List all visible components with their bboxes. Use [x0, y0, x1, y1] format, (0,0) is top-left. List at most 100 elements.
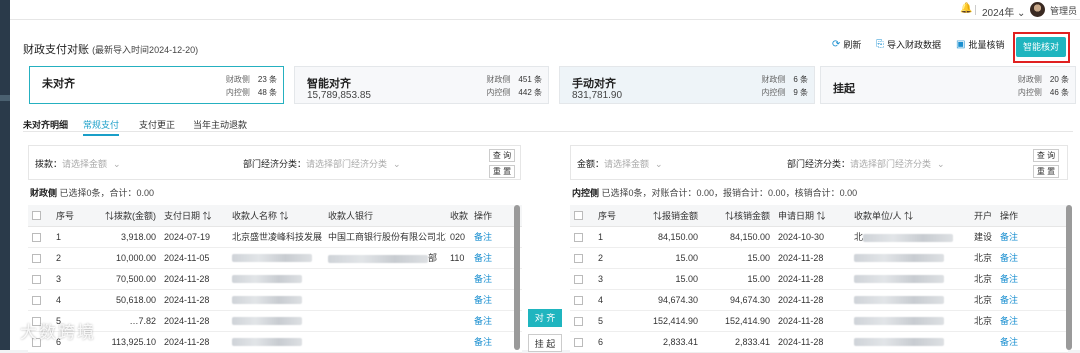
card-internal-label: 内控侧: [486, 88, 511, 97]
table-row[interactable]: 2 10,000.00 2024-11-05 部 110 备注: [28, 247, 522, 269]
amount-label: 拨款：: [35, 159, 63, 169]
table-row[interactable]: 2 15.00 15.00 2024-11-28 北京 备注: [570, 247, 1068, 269]
scrollbar[interactable]: [514, 205, 520, 350]
row-select[interactable]: [570, 226, 594, 248]
table-row[interactable]: 3 15.00 15.00 2024-11-28 北京 备注: [570, 268, 1068, 290]
row-select[interactable]: [28, 268, 52, 290]
table-row[interactable]: 6 113,925.10 2024-11-28 备注: [28, 331, 522, 353]
row-checkbox[interactable]: [574, 274, 583, 284]
align-button[interactable]: 对 齐: [528, 309, 562, 327]
row-select[interactable]: [28, 226, 52, 248]
import-button[interactable]: ⎘ 导入财政数据: [876, 38, 941, 51]
scrollbar[interactable]: [1066, 205, 1072, 350]
category-select[interactable]: 请选择部门经济分类: [306, 159, 387, 169]
card-suspended[interactable]: 挂起 财政侧 20 条 内控侧 46 条: [820, 66, 1076, 104]
user-name[interactable]: 管理员: [1050, 4, 1077, 17]
note-link[interactable]: 备注: [996, 268, 1068, 290]
suspend-button[interactable]: 挂 起: [528, 334, 562, 352]
chevron-down-icon: ⌄: [937, 159, 945, 169]
row-select[interactable]: [570, 310, 594, 332]
left-amount-filter[interactable]: 拨款：请选择金额 ⌄: [35, 157, 121, 170]
left-category-filter[interactable]: 部门经济分类：请选择部门经济分类 ⌄: [243, 157, 401, 170]
page-title: 财政支付对账 (最新导入时间2024-12-20): [23, 41, 198, 57]
tab-regular-payment[interactable]: 常规支付: [83, 118, 120, 136]
note-link[interactable]: 备注: [996, 247, 1068, 269]
table-row[interactable]: 3 70,500.00 2024-11-28 备注: [28, 268, 522, 290]
bell-icon[interactable]: 🔔: [960, 3, 972, 14]
row-checkbox[interactable]: [574, 295, 583, 305]
query-button[interactable]: 查 询: [489, 149, 515, 162]
reset-button[interactable]: 重 置: [1033, 165, 1059, 178]
tab-payment-correction[interactable]: 支付更正: [139, 118, 175, 131]
row-select[interactable]: [570, 268, 594, 290]
batch-verify-button[interactable]: ▣ 批量核销: [956, 38, 1004, 51]
right-amount-filter[interactable]: 金额：请选择金额 ⌄: [577, 157, 663, 170]
row-select[interactable]: [28, 289, 52, 311]
amount-select[interactable]: 请选择金额: [604, 159, 649, 169]
year-selector[interactable]: 2024年 ⌄: [982, 4, 1025, 19]
table-row[interactable]: 1 84,150.00 84,150.00 2024-10-30 北建设 备注: [570, 226, 1068, 248]
reset-button[interactable]: 重 置: [489, 165, 515, 178]
card-fiscal-count: 财政侧 23 条: [226, 74, 277, 85]
right-category-filter[interactable]: 部门经济分类：请选择部门经济分类 ⌄: [787, 157, 945, 170]
card-internal-label: 内控侧: [1017, 88, 1042, 97]
row-select[interactable]: [28, 247, 52, 269]
row-checkbox[interactable]: [32, 232, 41, 242]
amount-select[interactable]: 请选择金额: [62, 159, 107, 169]
table-row[interactable]: 5 …7.82 2024-11-28 备注: [28, 310, 522, 332]
row-checkbox[interactable]: [574, 337, 583, 347]
note-link[interactable]: 备注: [996, 289, 1068, 311]
card-manual-aligned[interactable]: 手动对齐 831,781.90 财政侧 6 条 内控侧 9 条: [559, 66, 815, 104]
date-cell: 2024-11-05: [160, 247, 228, 269]
user-avatar[interactable]: [1030, 2, 1045, 17]
row-checkbox[interactable]: [32, 253, 41, 263]
row-select[interactable]: [570, 331, 594, 353]
redacted-text: [854, 275, 944, 284]
divider: [975, 5, 976, 15]
col-header: 收款: [446, 205, 470, 227]
smart-check-button[interactable]: 智能核对: [1016, 37, 1066, 57]
query-button[interactable]: 查 询: [1033, 149, 1059, 162]
table-header-row: 序号 ⇅报销金额 ⇅核销金额 申请日期 ⇅ 收款单位/人 ⇅ 开户 操作: [570, 205, 1068, 227]
row-checkbox[interactable]: [32, 274, 41, 284]
row-select[interactable]: [570, 289, 594, 311]
table-row[interactable]: 4 50,618.00 2024-11-28 备注: [28, 289, 522, 311]
refresh-button[interactable]: ⟳ 刷新: [832, 38, 861, 51]
tab-annual-refund[interactable]: 当年主动退款: [193, 118, 247, 131]
col-header-sortable[interactable]: 收款人名称 ⇅: [228, 205, 324, 227]
card-smart-aligned[interactable]: 智能对齐 15,789,853.85 财政侧 451 条 内控侧 442 条: [294, 66, 549, 104]
note-link[interactable]: 备注: [996, 310, 1068, 332]
right-summary: 内控侧 已选择0条，对账合计：0.00，报销合计：0.00，核销合计：0.00: [572, 186, 857, 199]
col-header-sortable[interactable]: ⇅核销金额: [702, 205, 774, 227]
col-header-sortable[interactable]: 申请日期 ⇅: [774, 205, 850, 227]
bank-cell: [324, 310, 446, 332]
row-checkbox[interactable]: [574, 253, 583, 263]
row-checkbox[interactable]: [32, 295, 41, 305]
date-cell: 2024-11-28: [774, 310, 850, 332]
card-title: 手动对齐: [572, 78, 616, 90]
row-checkbox[interactable]: [574, 232, 583, 242]
table-row[interactable]: 5 152,414.90 152,414.90 2024-11-28 北京 备注: [570, 310, 1068, 332]
category-select[interactable]: 请选择部门经济分类: [850, 159, 931, 169]
table-row[interactable]: 4 94,674.30 94,674.30 2024-11-28 北京 备注: [570, 289, 1068, 311]
table-row[interactable]: 1 3,918.00 2024-07-19 北京盛世凌峰科技发展 中国工商银行股份有限公…: [28, 226, 522, 248]
import-label: 导入财政数据: [887, 40, 942, 50]
card-internal-value: 9 条: [793, 88, 808, 97]
select-all-checkbox[interactable]: [570, 205, 594, 227]
bank-cell: 部: [324, 247, 446, 269]
card-unaligned[interactable]: 未对齐 财政侧 23 条 内控侧 48 条: [29, 66, 284, 104]
note-link[interactable]: 备注: [996, 226, 1068, 248]
payee-cell: [228, 247, 324, 269]
col-header-sortable[interactable]: 支付日期 ⇅: [160, 205, 228, 227]
page-subtitle: (最新导入时间2024-12-20): [92, 45, 199, 55]
select-all-checkbox[interactable]: [28, 205, 52, 227]
year-label: 2024年: [982, 8, 1015, 19]
table-row[interactable]: 6 2,833.41 2,833.41 2024-11-28 备注: [570, 331, 1068, 353]
note-link[interactable]: 备注: [996, 331, 1068, 353]
row-select[interactable]: [570, 247, 594, 269]
col-header-sortable[interactable]: ⇅报销金额: [628, 205, 702, 227]
card-internal-value: 46 条: [1049, 88, 1069, 97]
col-header-sortable[interactable]: 收款单位/人 ⇅: [850, 205, 970, 227]
row-checkbox[interactable]: [574, 316, 583, 326]
col-header-sortable[interactable]: ⇅拨款(金额): [96, 205, 160, 227]
